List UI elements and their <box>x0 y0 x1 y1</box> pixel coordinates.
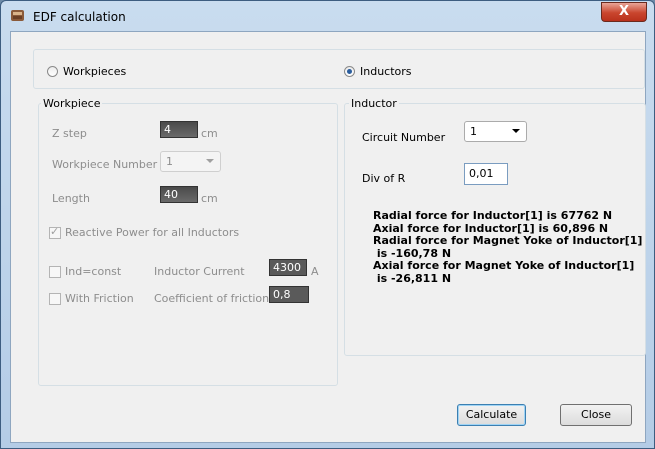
circuit-number-value: 1 <box>470 125 477 138</box>
div-of-r-label: Div of R <box>362 172 406 185</box>
workpieces-radio[interactable]: Workpieces <box>47 65 126 78</box>
inductor-current-unit: A <box>311 265 319 278</box>
inductor-current-label: Inductor Current <box>154 265 245 278</box>
friction-coefficient-label: Coefficient of friction <box>154 292 270 305</box>
reactive-power-checkbox[interactable]: Reactive Power for all Inductors <box>49 225 240 239</box>
workpiece-number-value: 1 <box>166 155 173 168</box>
edf-calculation-window: EDF calculation X Workpieces Inductors W… <box>0 0 655 449</box>
close-button[interactable]: Close <box>560 404 632 426</box>
inductors-radio-dot[interactable] <box>344 66 355 77</box>
inductors-radio[interactable]: Inductors <box>344 65 412 78</box>
ind-const-label: Ind=const <box>65 265 122 278</box>
workpieces-radio-label: Workpieces <box>63 65 127 78</box>
z-step-unit: cm <box>201 127 218 140</box>
inductor-current-input[interactable]: 4300 <box>269 259 307 276</box>
reactive-power-label: Reactive Power for all Inductors <box>65 226 240 239</box>
with-friction-label: With Friction <box>65 292 134 305</box>
force-results: Radial force for Inductor[1] is 67762 N … <box>373 209 643 285</box>
close-icon: X <box>618 4 630 19</box>
div-of-r-input[interactable]: 0,01 <box>464 163 508 185</box>
window-close-button[interactable]: X <box>601 2 647 22</box>
circuit-number-select[interactable]: 1 <box>464 121 527 142</box>
app-icon <box>11 10 24 21</box>
result-line: Axial force for Magnet Yoke of Inductor[… <box>373 259 635 272</box>
length-unit: cm <box>201 192 218 205</box>
result-line: Radial force for Inductor[1] is 67762 N <box>373 209 613 222</box>
title-bar[interactable]: EDF calculation X <box>1 1 654 31</box>
chevron-down-icon <box>512 129 520 133</box>
workpiece-number-select[interactable]: 1 <box>160 151 221 172</box>
circuit-number-label: Circuit Number <box>362 131 446 144</box>
dialog-body: Workpieces Inductors Workpiece Z step 4 … <box>10 31 646 443</box>
chevron-down-icon <box>206 159 214 163</box>
result-line: is -26,811 N <box>373 271 452 285</box>
ind-const-checkbox-box[interactable] <box>49 265 61 278</box>
workpiece-group <box>38 103 338 386</box>
workpiece-group-title: Workpiece <box>41 97 103 110</box>
z-step-input[interactable]: 4 <box>160 121 198 138</box>
calculate-button[interactable]: Calculate <box>457 404 526 426</box>
friction-coefficient-input[interactable]: 0,8 <box>269 286 309 303</box>
inductors-radio-label: Inductors <box>360 65 412 78</box>
reactive-power-checkbox-box[interactable] <box>49 225 61 239</box>
with-friction-checkbox-box[interactable] <box>49 292 61 305</box>
workpieces-radio-dot[interactable] <box>47 66 58 77</box>
length-input[interactable]: 40 <box>160 186 198 203</box>
workpiece-number-label: Workpiece Number <box>52 158 158 171</box>
with-friction-checkbox[interactable]: With Friction <box>49 292 134 305</box>
ind-const-checkbox[interactable]: Ind=const <box>49 265 121 278</box>
result-line: Radial force for Magnet Yoke of Inductor… <box>373 234 643 247</box>
window-title: EDF calculation <box>33 10 126 24</box>
z-step-label: Z step <box>52 127 87 140</box>
length-label: Length <box>52 192 90 205</box>
inductor-group-title: Inductor <box>349 97 399 110</box>
